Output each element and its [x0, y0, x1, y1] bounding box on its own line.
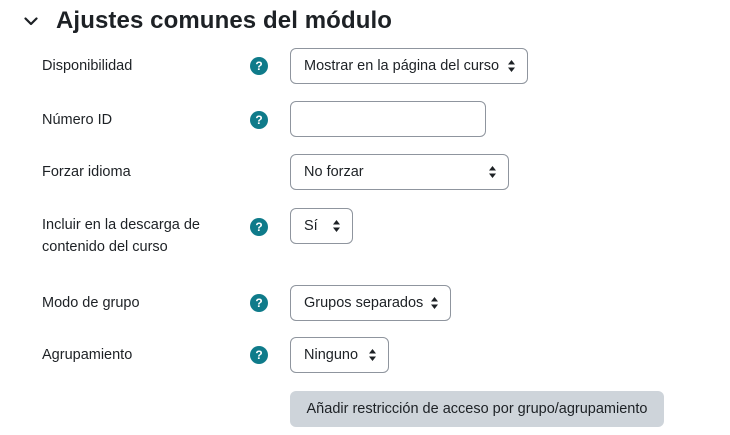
form-row-force-language: Forzar idioma No forzar	[0, 154, 730, 190]
help-icon[interactable]: ?	[250, 57, 268, 75]
add-group-restriction-button[interactable]: Añadir restricción de acceso por grupo/a…	[290, 391, 664, 427]
section-title: Ajustes comunes del módulo	[56, 7, 392, 34]
group-mode-label: Modo de grupo	[42, 295, 140, 311]
grouping-label: Agrupamiento	[42, 347, 133, 363]
select-caret-icon	[333, 220, 340, 232]
include-download-select[interactable]: Sí	[290, 208, 353, 244]
include-download-select-value: Sí	[304, 218, 318, 234]
id-number-input[interactable]	[290, 101, 486, 137]
form-row-grouping: Agrupamiento ? Ninguno	[0, 337, 730, 373]
help-icon[interactable]: ?	[250, 346, 268, 364]
force-language-select[interactable]: No forzar	[290, 154, 509, 190]
include-download-label-line2: contenido del curso	[42, 239, 168, 255]
force-language-label: Forzar idioma	[42, 164, 131, 180]
help-icon[interactable]: ?	[250, 294, 268, 312]
form-row-group-mode: Modo de grupo ? Grupos separados	[0, 285, 730, 321]
form-row-include-download: Incluir en la descarga de contenido del …	[0, 208, 730, 260]
group-mode-select[interactable]: Grupos separados	[290, 285, 451, 321]
help-icon[interactable]: ?	[250, 111, 268, 129]
select-caret-icon	[369, 349, 376, 361]
help-icon[interactable]: ?	[250, 218, 268, 236]
availability-select[interactable]: Mostrar en la página del curso	[290, 48, 528, 84]
include-download-label-line1: Incluir en la descarga de	[42, 217, 200, 233]
chevron-down-icon[interactable]	[22, 12, 40, 30]
grouping-select[interactable]: Ninguno	[290, 337, 389, 373]
grouping-select-value: Ninguno	[304, 347, 359, 363]
select-caret-icon	[489, 166, 496, 178]
force-language-select-value: No forzar	[304, 164, 364, 180]
form-row-availability: Disponibilidad ? Mostrar en la página de…	[0, 48, 730, 84]
group-mode-select-value: Grupos separados	[304, 295, 424, 311]
section-header[interactable]: Ajustes comunes del módulo	[22, 4, 392, 38]
availability-select-value: Mostrar en la página del curso	[304, 58, 500, 74]
select-caret-icon	[508, 60, 515, 72]
id-number-label: Número ID	[42, 112, 113, 128]
include-download-label: Incluir en la descarga de contenido del …	[42, 214, 200, 258]
form-row-id-number: Número ID ?	[0, 101, 730, 137]
availability-label: Disponibilidad	[42, 58, 133, 74]
select-caret-icon	[431, 297, 438, 309]
